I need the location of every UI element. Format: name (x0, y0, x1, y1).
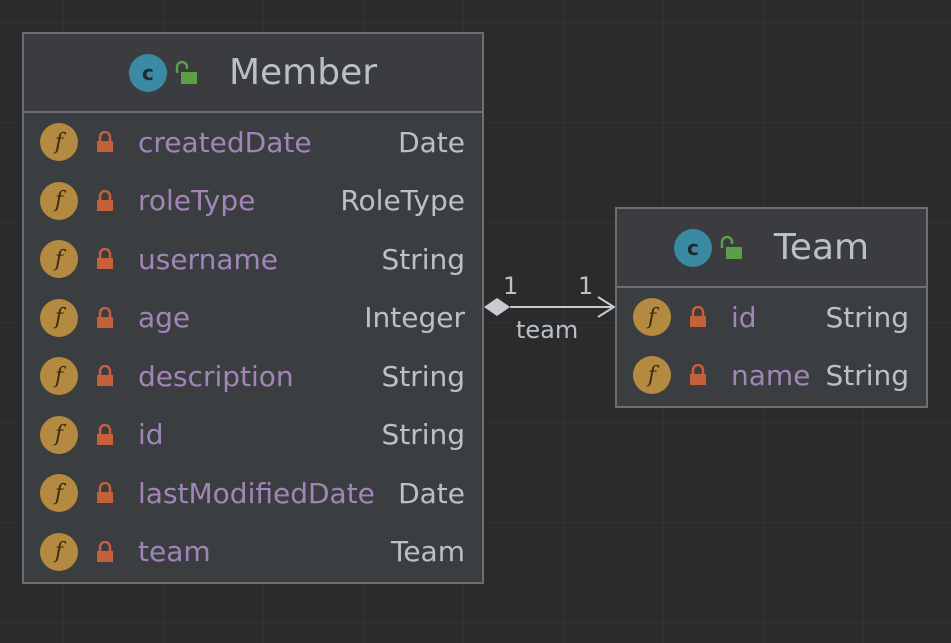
field-icon: f (40, 123, 78, 162)
field-type: String (381, 418, 465, 452)
field-type: String (825, 300, 909, 334)
lock-icon (97, 540, 113, 562)
lock-icon (97, 131, 113, 153)
field-name: username (138, 242, 278, 276)
field-row[interactable]: f username String (24, 230, 482, 289)
node-header: c Team (617, 209, 926, 288)
field-type: String (381, 359, 465, 393)
member-class-node[interactable]: c Member f createdDate Date f roleType RoleTy… (22, 32, 484, 584)
field-icon: f (40, 532, 78, 571)
field-row[interactable]: f id String (24, 406, 482, 465)
node-title: Member (228, 52, 378, 93)
edge-target-multiplicity: 1 (578, 272, 594, 300)
field-name: description (138, 359, 294, 393)
field-type: String (381, 242, 465, 276)
field-name: createdDate (138, 125, 312, 159)
field-icon: f (40, 298, 78, 337)
field-name: name (731, 358, 811, 392)
field-icon: f (40, 240, 78, 279)
field-icon: f (40, 474, 78, 513)
lock-icon (690, 364, 706, 385)
field-icon: f (40, 357, 78, 396)
field-name: id (138, 418, 164, 452)
team-class-node[interactable]: c Team f id String f name String (615, 207, 928, 408)
field-type: Team (390, 535, 465, 569)
node-header: c Member (24, 34, 482, 113)
class-icon: c (673, 228, 712, 267)
team-field-list: f id String f name String (617, 288, 926, 404)
composition-diamond (484, 298, 510, 316)
lock-icon (690, 306, 706, 327)
class-icon: c (128, 53, 167, 92)
field-icon: f (633, 356, 671, 394)
field-name: age (138, 301, 191, 335)
field-row[interactable]: f roleType RoleType (24, 172, 482, 231)
field-icon: f (633, 298, 671, 336)
diagram-canvas: 1 1 team c Member f createdDate Date f roleT… (0, 0, 951, 643)
member-field-list: f createdDate Date f roleType RoleType f userna… (24, 113, 482, 581)
field-name: team (138, 535, 211, 569)
field-row[interactable]: f name String (617, 346, 926, 404)
field-icon: f (40, 415, 78, 454)
edge-label: team (516, 316, 579, 344)
field-type: RoleType (340, 184, 465, 218)
field-icon: f (40, 181, 78, 220)
lock-icon (97, 189, 113, 211)
unlock-icon (175, 60, 197, 84)
lock-icon (97, 482, 113, 504)
field-row[interactable]: f team Team (24, 523, 482, 582)
field-row[interactable]: f lastModifiedDate Date (24, 464, 482, 523)
lock-icon (97, 306, 113, 328)
field-type: Integer (364, 301, 465, 335)
field-name: lastModifiedDate (138, 476, 375, 510)
field-row[interactable]: f age Integer (24, 289, 482, 348)
field-type: String (825, 358, 909, 392)
unlock-icon (720, 235, 742, 259)
edge-arrowhead (597, 296, 616, 318)
field-type: Date (398, 125, 465, 159)
lock-icon (97, 365, 113, 387)
lock-icon (97, 423, 113, 445)
field-name: id (731, 300, 757, 334)
field-row[interactable]: f createdDate Date (24, 113, 482, 172)
field-row[interactable]: f id String (617, 288, 926, 346)
lock-icon (97, 248, 113, 270)
field-name: roleType (138, 184, 256, 218)
field-row[interactable]: f description String (24, 347, 482, 406)
node-title: Team (773, 227, 870, 268)
edge-source-multiplicity: 1 (503, 272, 519, 300)
field-type: Date (398, 476, 465, 510)
